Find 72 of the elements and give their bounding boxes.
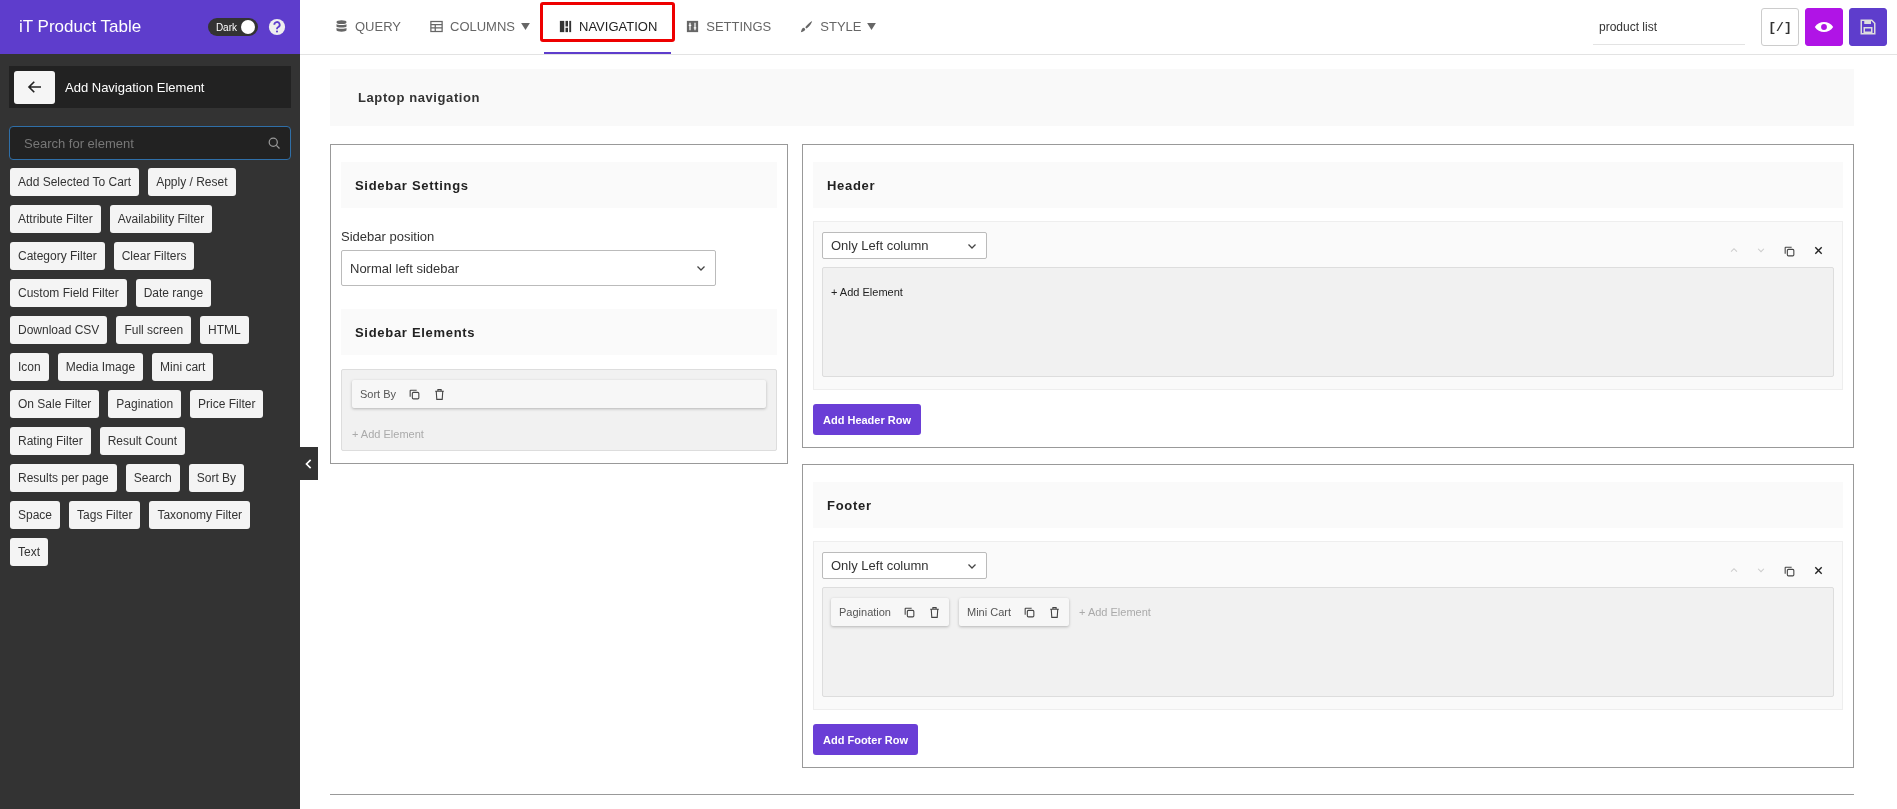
layout-icon [558, 18, 573, 34]
element-chip[interactable]: Rating Filter [10, 427, 91, 455]
element-chip[interactable]: Text [10, 538, 48, 566]
copy-icon [408, 387, 422, 401]
element-chip[interactable]: Add Selected To Cart [10, 168, 140, 196]
database-icon [334, 18, 349, 34]
sidebar-position-select[interactable]: Normal left sidebar [341, 250, 716, 286]
device-title-bar: Laptop navigation [330, 69, 1854, 126]
search-icon [267, 136, 282, 151]
element-chip[interactable]: Taxonomy Filter [149, 501, 251, 529]
close-icon[interactable] [1813, 565, 1824, 576]
panel-title: Add Navigation Element [65, 79, 205, 95]
element-chip[interactable]: Mini cart [152, 353, 214, 381]
element-chip[interactable]: Media Image [57, 353, 144, 381]
element-chip[interactable]: Date range [135, 279, 212, 307]
element-chip[interactable]: Custom Field Filter [10, 279, 127, 307]
element-chip[interactable]: Attribute Filter [10, 205, 101, 233]
add-row-button[interactable]: Add Footer Row [813, 724, 918, 755]
element-chip[interactable]: Clear Filters [113, 242, 195, 270]
save-button[interactable] [1849, 8, 1887, 46]
element-chip[interactable]: Pagination [108, 390, 182, 418]
element-chip[interactable]: Sort By [188, 464, 245, 492]
search-field[interactable]: Search for element [9, 126, 291, 160]
element-chip[interactable]: Availability Filter [109, 205, 213, 233]
arrow-left-icon [25, 78, 44, 96]
element-chip[interactable]: Full screen [116, 316, 192, 344]
table-icon [429, 18, 444, 34]
section-title: Footer [813, 482, 1843, 528]
element-chip[interactable]: Apply / Reset [148, 168, 236, 196]
element-item[interactable]: Sort By [352, 380, 766, 408]
element-chip[interactable]: Space [10, 501, 61, 529]
field-label: Sidebar position [341, 229, 435, 244]
element-chip[interactable]: Icon [10, 353, 49, 381]
nav-tab[interactable]: COLUMNS [415, 0, 544, 54]
brush-icon [799, 18, 815, 34]
nav-tab[interactable]: QUERY [320, 0, 415, 54]
element-chip[interactable]: Results per page [10, 464, 117, 492]
element-item[interactable]: Pagination [831, 598, 949, 626]
dark-mode-toggle[interactable]: Dark [207, 18, 258, 36]
add-row-button[interactable]: Add Header Row [813, 404, 921, 435]
close-icon[interactable] [1813, 245, 1824, 256]
sliders-icon [685, 18, 701, 34]
copy-icon[interactable] [1783, 245, 1796, 258]
section-title: Sidebar Settings [341, 162, 777, 208]
shortcode-button[interactable]: [/] [1761, 8, 1799, 46]
copy-icon [1023, 605, 1036, 619]
element-chip[interactable]: Price Filter [190, 390, 264, 418]
column-layout-select[interactable]: Only Left column [822, 232, 987, 259]
help-icon[interactable] [268, 18, 286, 36]
copy-icon[interactable] [1783, 565, 1796, 578]
element-chip[interactable]: On Sale Filter [10, 390, 100, 418]
section-title: Header [813, 162, 1843, 208]
trash-icon [1048, 605, 1061, 619]
element-chip[interactable]: Tags Filter [69, 501, 141, 529]
element-chip[interactable]: Category Filter [10, 242, 105, 270]
element-chip[interactable]: HTML [200, 316, 249, 344]
copy-icon [903, 605, 916, 619]
element-item[interactable]: Mini Cart [959, 598, 1069, 626]
app-title: iT Product Table [19, 17, 143, 37]
section-title: Sidebar Elements [341, 309, 777, 355]
element-chip[interactable]: Result Count [99, 427, 186, 455]
add-element-link[interactable]: + Add Element [831, 278, 903, 306]
nav-tab[interactable]: STYLE [785, 0, 891, 54]
trash-icon [928, 605, 941, 619]
back-button[interactable] [14, 70, 55, 104]
element-chip[interactable]: Search [125, 464, 180, 492]
nav-tab[interactable]: SETTINGS [671, 0, 786, 54]
preview-button[interactable] [1805, 8, 1843, 46]
collapse-handle[interactable] [300, 447, 318, 480]
element-chip[interactable]: Download CSV [10, 316, 108, 344]
column-layout-select[interactable]: Only Left column [822, 552, 987, 579]
trash-icon [433, 387, 447, 401]
